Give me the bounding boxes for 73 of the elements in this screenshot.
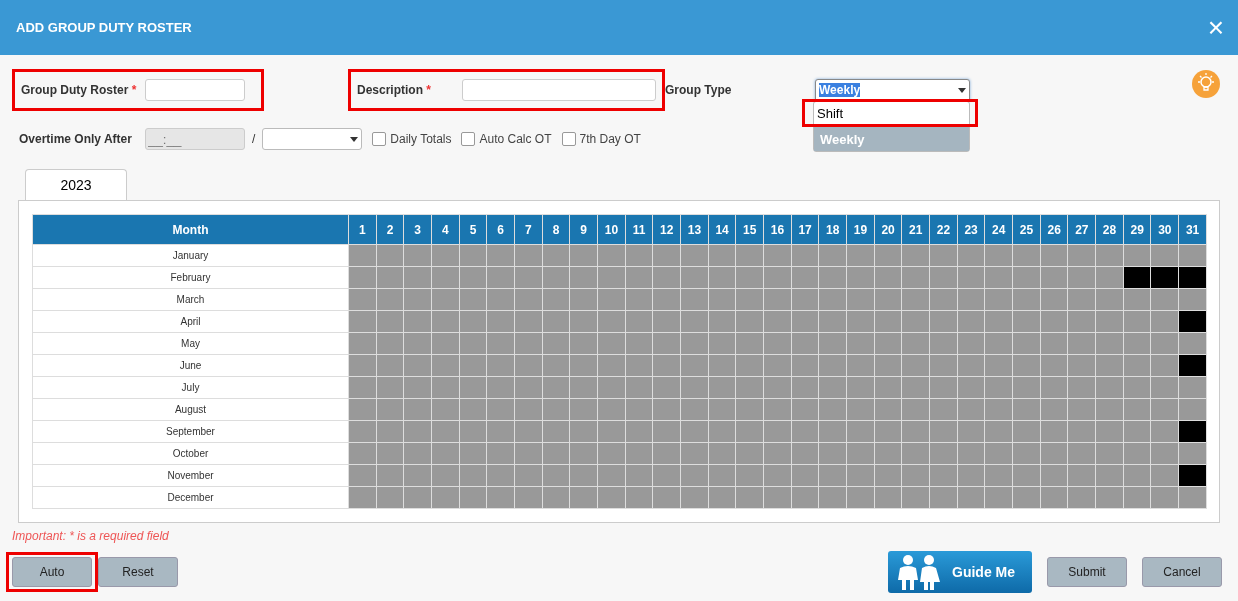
column-header: 12 [652,214,681,245]
column-header: 5 [459,214,487,245]
field-label: Overtime Only After [19,132,133,146]
column-header: Month [32,214,349,245]
column-header: 29 [1123,214,1151,245]
month-cell: May [32,332,349,355]
column-header: 22 [929,214,958,245]
column-header: 26 [1040,214,1068,245]
guide-button[interactable]: Guide Me [888,551,1032,593]
column-header: 23 [957,214,985,245]
group-type-select[interactable]: Weekly [815,79,970,101]
caret-icon [958,87,966,93]
column-header: 3 [403,214,432,245]
column-header: 14 [708,214,736,245]
column-header: 9 [569,214,598,245]
column-header: 20 [874,214,902,245]
column-header: 30 [1151,214,1179,245]
column-header: 2 [376,214,404,245]
column-header: 24 [984,214,1013,245]
field-label: Description * [357,83,433,97]
unit-select[interactable] [262,128,363,150]
checkbox[interactable] [561,132,576,146]
time-input[interactable]: __:__ [145,128,245,150]
month-cell: December [32,486,349,509]
column-header: 7 [514,214,543,245]
lightbulb-icon[interactable] [1192,70,1220,98]
column-header: 25 [1012,214,1041,245]
month-cell: June [32,354,349,377]
column-header: 6 [486,214,515,245]
month-cell: April [32,310,349,333]
column-header: 8 [542,214,570,245]
year-tab[interactable]: 2023 [25,169,127,200]
month-cell: September [32,420,349,443]
required-note: Important: * is a required field [12,529,170,543]
column-header: 1 [348,214,377,245]
column-header: 28 [1095,214,1124,245]
column-header: 13 [680,214,709,245]
column-header: 18 [818,214,847,245]
dropdown-option[interactable]: Shift [802,99,978,127]
dialog-title: ADD GROUP DUTY ROSTER [16,20,192,35]
caret-icon [350,136,359,142]
month-cell: February [32,266,349,289]
field-label: Group Duty Roster * [21,83,138,97]
checkbox-label: 7th Day OT [579,132,641,146]
month-cell: January [32,244,349,267]
month-cell: October [32,442,349,465]
month-cell: November [32,464,349,487]
column-header: 21 [901,214,930,245]
column-header: 27 [1067,214,1096,245]
field-label: Group Type [665,83,733,97]
month-cell: August [32,398,349,421]
column-header: 16 [763,214,792,245]
text-input[interactable] [145,79,245,101]
checkbox-label: Daily Totals [390,132,452,146]
text-input[interactable] [462,79,656,101]
separator-text: / [251,132,257,146]
action-button[interactable]: Cancel [1142,557,1222,587]
column-header: 10 [597,214,626,245]
people-icon [896,554,942,590]
column-header: 4 [431,214,460,245]
action-button[interactable]: Auto [12,557,92,587]
column-header: 17 [791,214,819,245]
month-cell: March [32,288,349,311]
checkbox[interactable] [372,132,387,146]
action-button[interactable]: Reset [98,557,178,587]
action-button[interactable]: Submit [1047,557,1127,587]
checkbox-label: Auto Calc OT [479,132,552,146]
column-header: 31 [1178,214,1207,245]
month-cell: July [32,376,349,399]
column-header: 11 [625,214,653,245]
checkbox[interactable] [461,132,476,146]
column-header: 19 [846,214,875,245]
column-header: 15 [735,214,764,245]
